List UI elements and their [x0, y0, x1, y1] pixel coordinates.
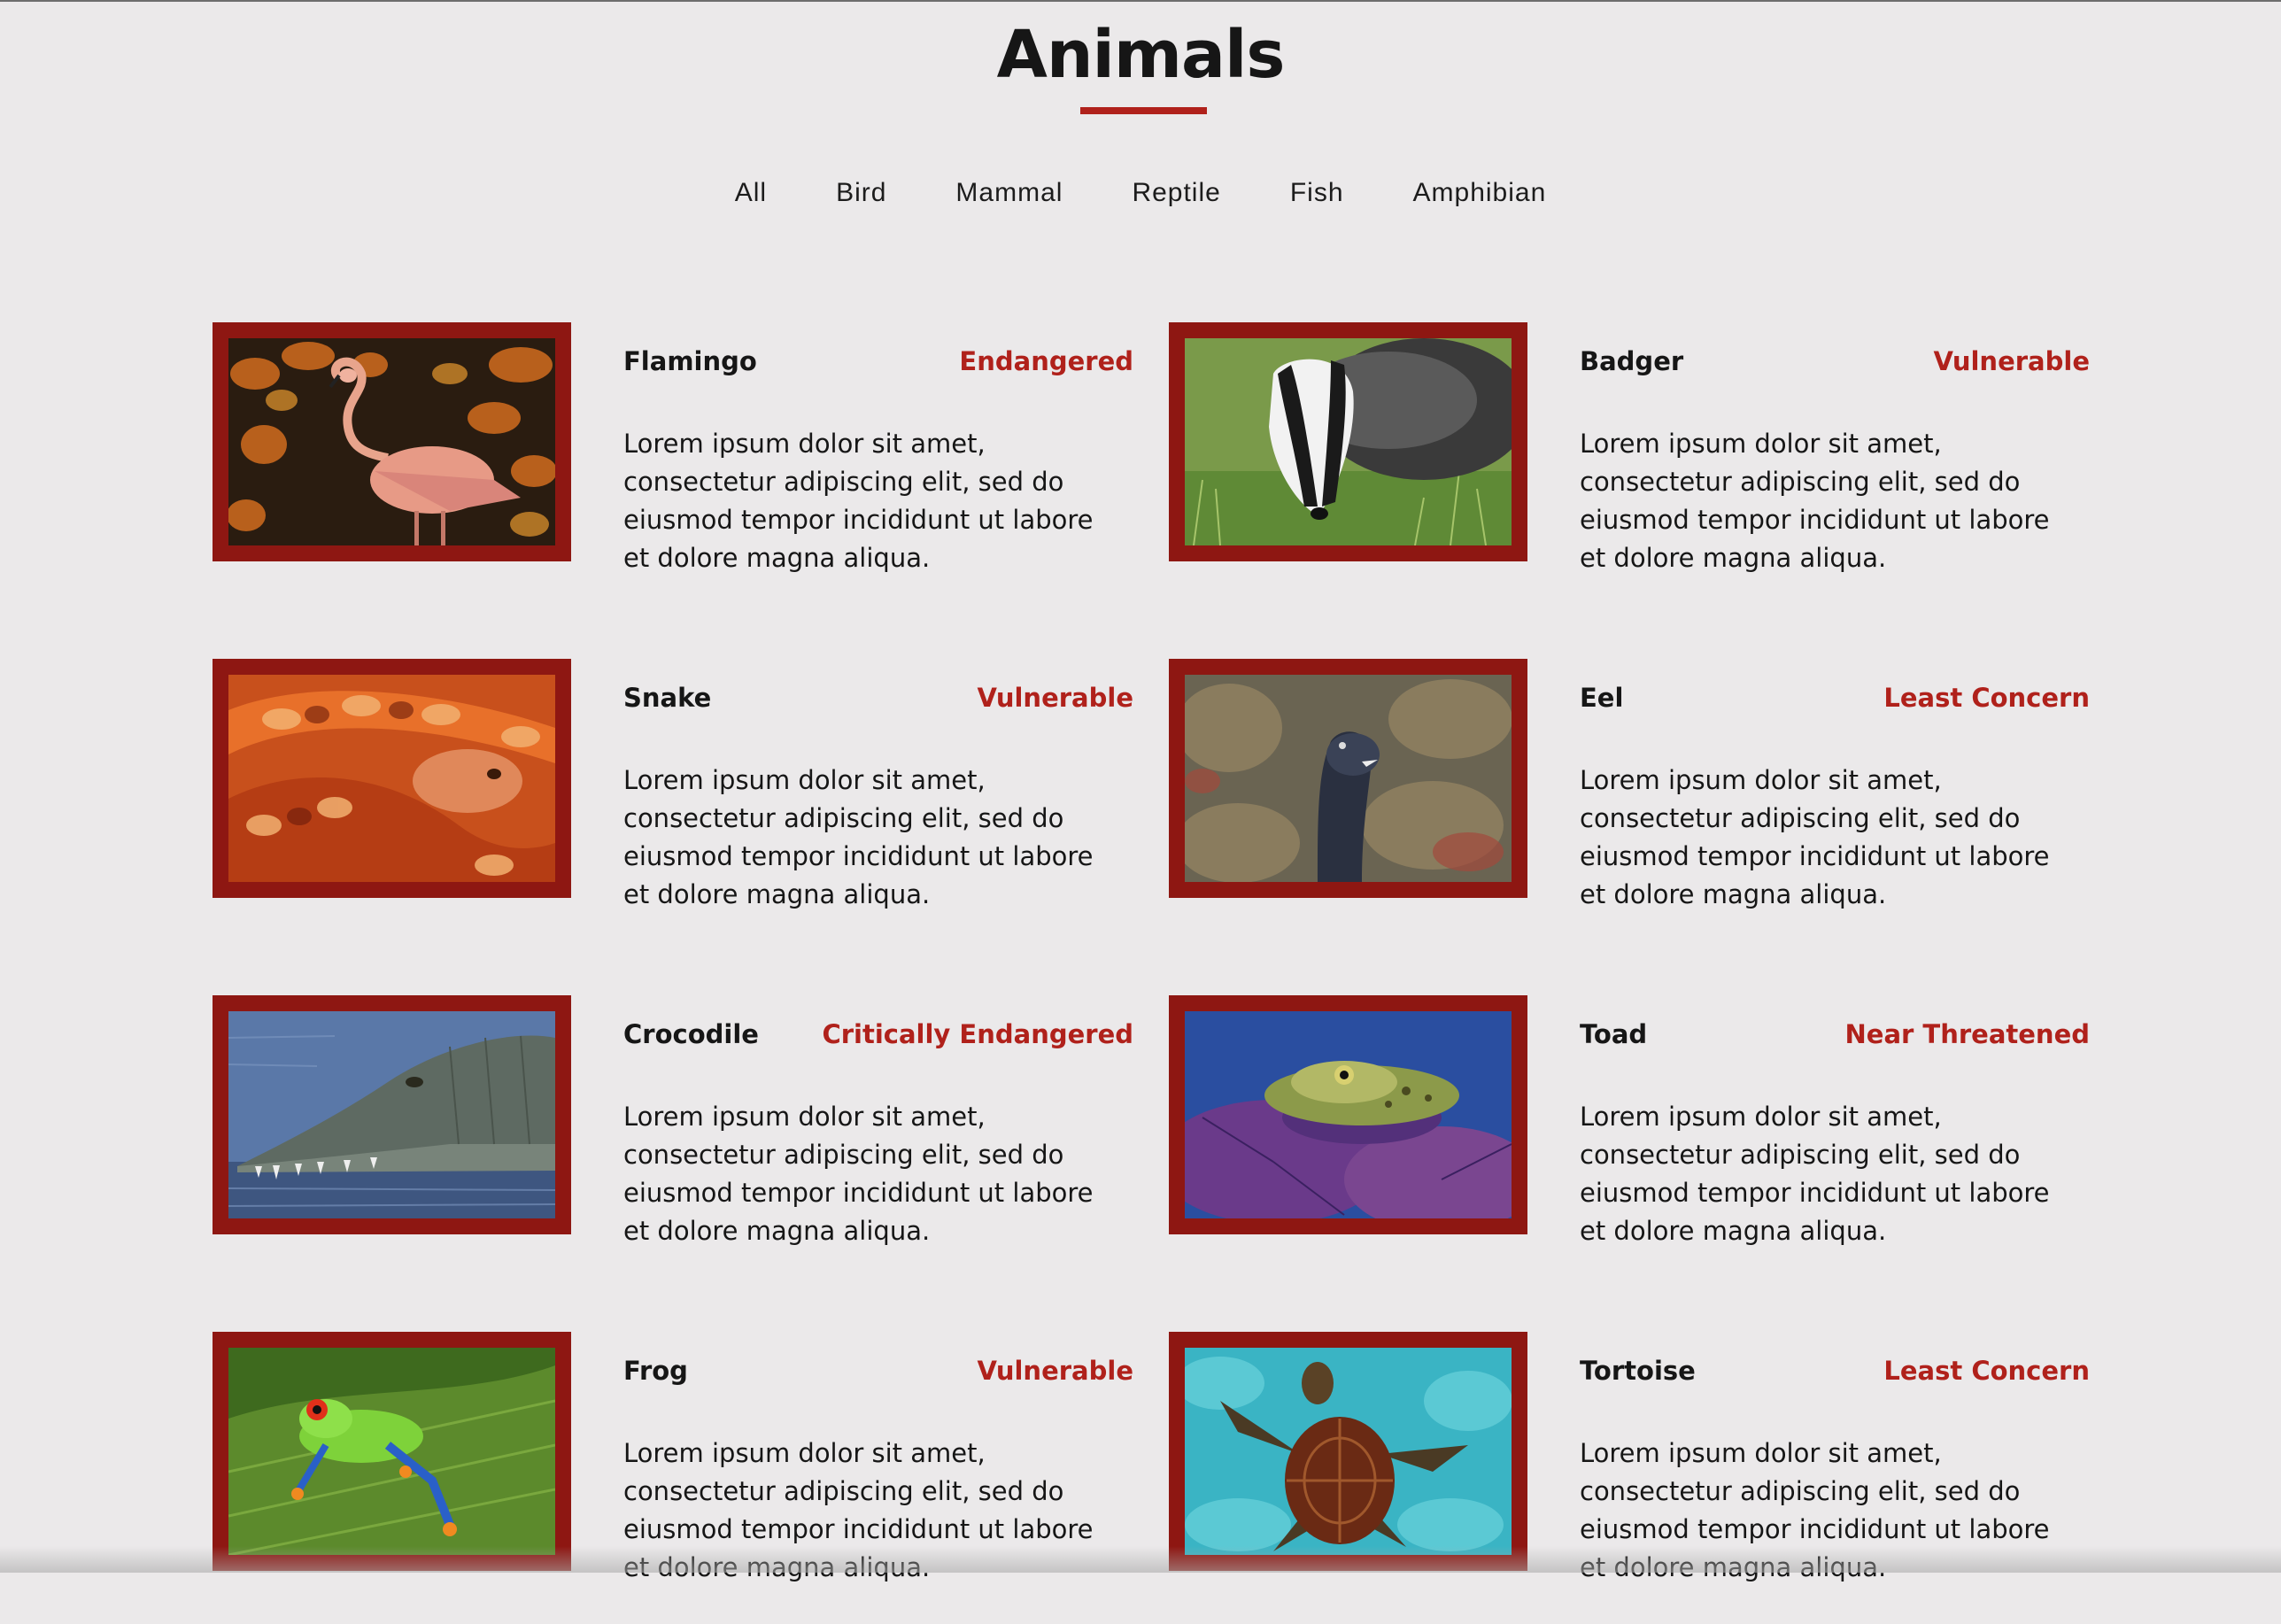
animal-description: Lorem ipsum dolor sit amet, consectetur … [623, 429, 1094, 573]
animal-description: Lorem ipsum dolor sit amet, consectetur … [1580, 765, 2050, 909]
conservation-status: Endangered [959, 346, 1133, 376]
crocodile-photo [228, 1011, 555, 1218]
window-bottom-shadow [0, 1546, 2281, 1573]
conservation-status: Least Concern [1883, 1356, 2090, 1386]
animal-name: Crocodile [623, 1019, 759, 1049]
top-border [0, 0, 2281, 2]
filter-tab-all[interactable]: All [700, 175, 801, 211]
filter-tab-amphibian[interactable]: Amphibian [1379, 175, 1581, 211]
animal-description: Lorem ipsum dolor sit amet, consectetur … [623, 1102, 1094, 1246]
animal-name: Toad [1580, 1019, 1648, 1049]
animal-card: Crocodile Critically Endangered Lorem ip… [213, 995, 1133, 1288]
category-filter-bar: All Bird Mammal Reptile Fish Amphibian [0, 175, 2281, 211]
filter-tab-bird[interactable]: Bird [801, 175, 921, 211]
animal-photo-frame [213, 1332, 571, 1571]
conservation-status: Vulnerable [977, 683, 1133, 713]
conservation-status: Vulnerable [1933, 346, 2090, 376]
filter-tab-mammal[interactable]: Mammal [921, 175, 1097, 211]
animal-photo-frame [213, 322, 571, 561]
eel-photo [1185, 675, 1512, 882]
conservation-status: Near Threatened [1844, 1019, 2090, 1049]
animal-name: Flamingo [623, 346, 757, 376]
animal-photo-frame [213, 659, 571, 898]
animal-name: Eel [1580, 683, 1624, 713]
animal-photo-frame [1169, 1332, 1527, 1571]
flamingo-photo [228, 338, 555, 545]
animal-card: Badger Vulnerable Lorem ipsum dolor sit … [1169, 322, 2090, 615]
animal-description: Lorem ipsum dolor sit amet, consectetur … [1580, 1102, 2050, 1246]
animal-photo-frame [213, 995, 571, 1234]
animal-description: Lorem ipsum dolor sit amet, consectetur … [623, 765, 1094, 909]
animal-name: Tortoise [1580, 1356, 1696, 1386]
conservation-status: Vulnerable [977, 1356, 1133, 1386]
animal-card: Tortoise Least Concern Lorem ipsum dolor… [1169, 1332, 2090, 1624]
filter-tab-reptile[interactable]: Reptile [1097, 175, 1255, 211]
conservation-status: Least Concern [1883, 683, 2090, 713]
animal-card: Eel Least Concern Lorem ipsum dolor sit … [1169, 659, 2090, 951]
badger-photo [1185, 338, 1512, 545]
animal-photo-frame [1169, 659, 1527, 898]
animal-name: Frog [623, 1356, 688, 1386]
animal-photo-frame [1169, 322, 1527, 561]
filter-tab-fish[interactable]: Fish [1256, 175, 1379, 211]
tortoise-photo [1185, 1348, 1512, 1555]
title-underline [1080, 107, 1207, 114]
toad-photo [1185, 1011, 1512, 1218]
animal-card: Toad Near Threatened Lorem ipsum dolor s… [1169, 995, 2090, 1288]
animal-card: Snake Vulnerable Lorem ipsum dolor sit a… [213, 659, 1133, 951]
conservation-status: Critically Endangered [822, 1019, 1133, 1049]
animal-name: Snake [623, 683, 712, 713]
frog-photo [228, 1348, 555, 1555]
animal-description: Lorem ipsum dolor sit amet, consectetur … [1580, 429, 2050, 573]
animal-name: Badger [1580, 346, 1684, 376]
animal-card: Flamingo Endangered Lorem ipsum dolor si… [213, 322, 1133, 615]
snake-photo [228, 675, 555, 882]
page-title: Animals [996, 17, 1286, 93]
animal-photo-frame [1169, 995, 1527, 1234]
animal-card: Frog Vulnerable Lorem ipsum dolor sit am… [213, 1332, 1133, 1624]
